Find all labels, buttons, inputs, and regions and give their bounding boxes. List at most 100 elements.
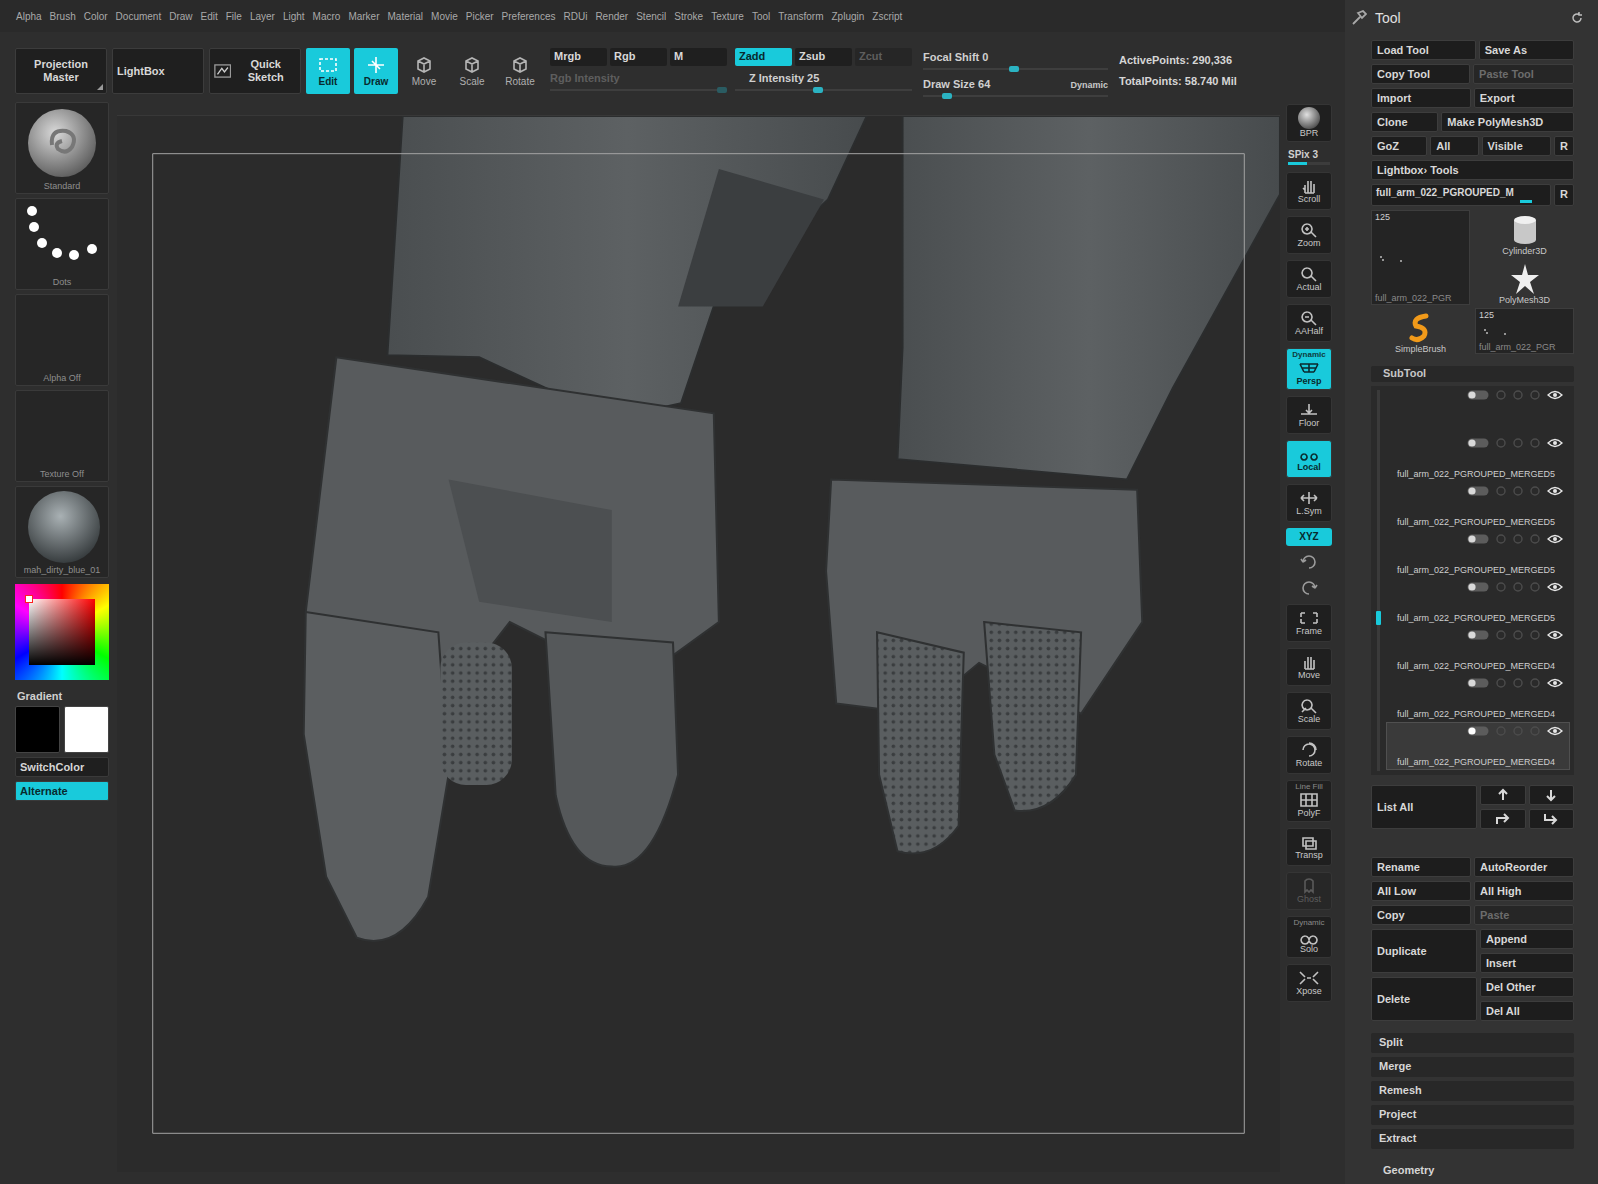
view-button[interactable]: Scroll	[1286, 172, 1332, 210]
eye-icon[interactable]	[1547, 726, 1563, 736]
channel-button[interactable]: M	[670, 48, 727, 66]
action-button[interactable]: Del Other	[1480, 977, 1574, 997]
view-button[interactable]: Rotate	[1286, 736, 1332, 774]
subtool-item[interactable]: full_arm_022_PGROUPED_MERGED5	[1386, 482, 1570, 530]
mode-dot-icon[interactable]	[1513, 390, 1523, 400]
view-button[interactable]: Ghost	[1286, 872, 1332, 910]
rotate-axis-button[interactable]	[1286, 552, 1332, 572]
view-button[interactable]: Move	[1286, 648, 1332, 686]
tool-button[interactable]: GoZ	[1371, 136, 1427, 156]
view-button[interactable]: AAHalf	[1286, 304, 1332, 342]
subtool-scrollbar[interactable]	[1377, 390, 1380, 771]
toggle-switch-icon[interactable]	[1467, 582, 1489, 592]
tool-button[interactable]: Make PolyMesh3D	[1441, 112, 1574, 132]
subtool-item[interactable]: full_arm_022_PGROUPED_MERGED4	[1386, 674, 1570, 722]
menu-item[interactable]: Movie	[430, 11, 459, 22]
menu-item[interactable]: File	[225, 11, 243, 22]
view-button[interactable]: Zoom	[1286, 216, 1332, 254]
shelf-button[interactable]: Projection Master	[15, 48, 107, 94]
action-button[interactable]: All Low	[1371, 881, 1471, 901]
toggle-switch-icon[interactable]	[1467, 534, 1489, 544]
menu-item[interactable]: Layer	[249, 11, 276, 22]
menu-item[interactable]: Draw	[168, 11, 193, 22]
eye-icon[interactable]	[1547, 390, 1563, 400]
action-button[interactable]: Append	[1480, 929, 1574, 949]
mode-dot-icon[interactable]	[1496, 726, 1506, 736]
palette-tile[interactable]: Texture Off	[15, 390, 109, 482]
color-picker[interactable]	[15, 584, 109, 680]
color-swatch[interactable]	[15, 706, 60, 753]
mode-button[interactable]: Move	[402, 48, 446, 94]
draw-slider[interactable]: Draw Size 64Dynamic	[923, 78, 1108, 99]
action-button[interactable]: Duplicate	[1371, 929, 1477, 973]
mode-dot-icon[interactable]	[1530, 438, 1540, 448]
move-subtool-button[interactable]	[1529, 785, 1575, 805]
mode-dot-icon[interactable]	[1513, 486, 1523, 496]
subpalette-header[interactable]: Remesh	[1371, 1081, 1574, 1101]
color-button[interactable]: Alternate	[15, 781, 109, 801]
tool-button[interactable]: Load Tool	[1371, 40, 1476, 60]
mode-dot-icon[interactable]	[1513, 582, 1523, 592]
draw-slider[interactable]: Focal Shift 0	[923, 51, 1108, 72]
mode-dot-icon[interactable]	[1530, 534, 1540, 544]
subpalette-header[interactable]: Extract	[1371, 1129, 1574, 1149]
dynamic-label[interactable]: Dynamic	[1070, 80, 1108, 90]
move-subtool-button[interactable]	[1480, 809, 1526, 829]
toggle-switch-icon[interactable]	[1467, 726, 1489, 736]
action-button[interactable]: Insert	[1480, 953, 1574, 973]
mode-dot-icon[interactable]	[1513, 630, 1523, 640]
menu-item[interactable]: Preferences	[501, 11, 557, 22]
menu-item[interactable]: Stencil	[635, 11, 667, 22]
mode-dot-icon[interactable]	[1496, 630, 1506, 640]
mode-button[interactable]: Scale	[450, 48, 494, 94]
view-button[interactable]: Line FillPolyF	[1286, 780, 1332, 822]
current-tool-slider[interactable]: full_arm_022_PGROUPED_M	[1371, 184, 1551, 206]
subtool-item[interactable]: full_arm_022_PGROUPED_MERGED5	[1386, 530, 1570, 578]
action-button[interactable]: Rename	[1371, 857, 1471, 877]
tool-thumbnail[interactable]: 125full_arm_022_PGR	[1371, 210, 1470, 305]
mode-dot-icon[interactable]	[1513, 438, 1523, 448]
color-button[interactable]: SwitchColor	[15, 757, 109, 777]
tool-button[interactable]: Clone	[1371, 112, 1438, 132]
z-intensity-slider[interactable]: Z Intensity 25	[735, 72, 912, 93]
mode-dot-icon[interactable]	[1530, 678, 1540, 688]
view-button[interactable]: Local	[1286, 440, 1332, 478]
menu-item[interactable]: Marker	[347, 11, 380, 22]
mode-button[interactable]: Rotate	[498, 48, 542, 94]
menu-item[interactable]: Material	[387, 11, 425, 22]
eye-icon[interactable]	[1547, 582, 1563, 592]
action-button[interactable]: Copy	[1371, 905, 1471, 925]
gradient-label[interactable]: Gradient	[15, 690, 109, 702]
menu-item[interactable]: Light	[282, 11, 306, 22]
lightbox-tools-button[interactable]: Lightbox› Tools	[1371, 160, 1574, 180]
menu-item[interactable]: Zplugin	[830, 11, 865, 22]
color-swatch[interactable]	[64, 706, 109, 753]
tool-button[interactable]: Paste Tool	[1473, 64, 1574, 84]
subtool-header[interactable]: SubTool	[1371, 366, 1574, 382]
xyz-toggle[interactable]: XYZ	[1286, 528, 1332, 546]
depth-button[interactable]: Zadd	[735, 48, 792, 66]
subtool-item[interactable]: full_arm_022_PGROUPED_MERGED5	[1386, 434, 1570, 482]
depth-button[interactable]: Zsub	[795, 48, 852, 66]
mode-dot-icon[interactable]	[1496, 438, 1506, 448]
list-all-button[interactable]: List All	[1371, 785, 1477, 829]
menu-item[interactable]: Alpha	[15, 11, 43, 22]
menu-item[interactable]: Stroke	[673, 11, 704, 22]
spix-slider[interactable]: SPix 3	[1286, 148, 1332, 166]
bpr-button[interactable]: BPR	[1286, 104, 1332, 142]
move-subtool-button[interactable]	[1529, 809, 1575, 829]
toggle-switch-icon[interactable]	[1467, 438, 1489, 448]
mode-dot-icon[interactable]	[1496, 534, 1506, 544]
eye-icon[interactable]	[1547, 678, 1563, 688]
refresh-icon[interactable]	[1570, 11, 1584, 25]
tool-button[interactable]: Export	[1474, 88, 1574, 108]
tool-thumbnail[interactable]: 125full_arm_022_PGR	[1475, 308, 1574, 354]
subtool-item[interactable]: full_arm_022_PGROUPED_MERGED4	[1386, 722, 1570, 770]
rotate-axis-button[interactable]	[1286, 578, 1332, 598]
mode-dot-icon[interactable]	[1513, 726, 1523, 736]
view-button[interactable]: Xpose	[1286, 964, 1332, 1002]
tool-button[interactable]: All	[1430, 136, 1478, 156]
eye-icon[interactable]	[1547, 438, 1563, 448]
toggle-switch-icon[interactable]	[1467, 486, 1489, 496]
canvas[interactable]	[117, 115, 1280, 1172]
